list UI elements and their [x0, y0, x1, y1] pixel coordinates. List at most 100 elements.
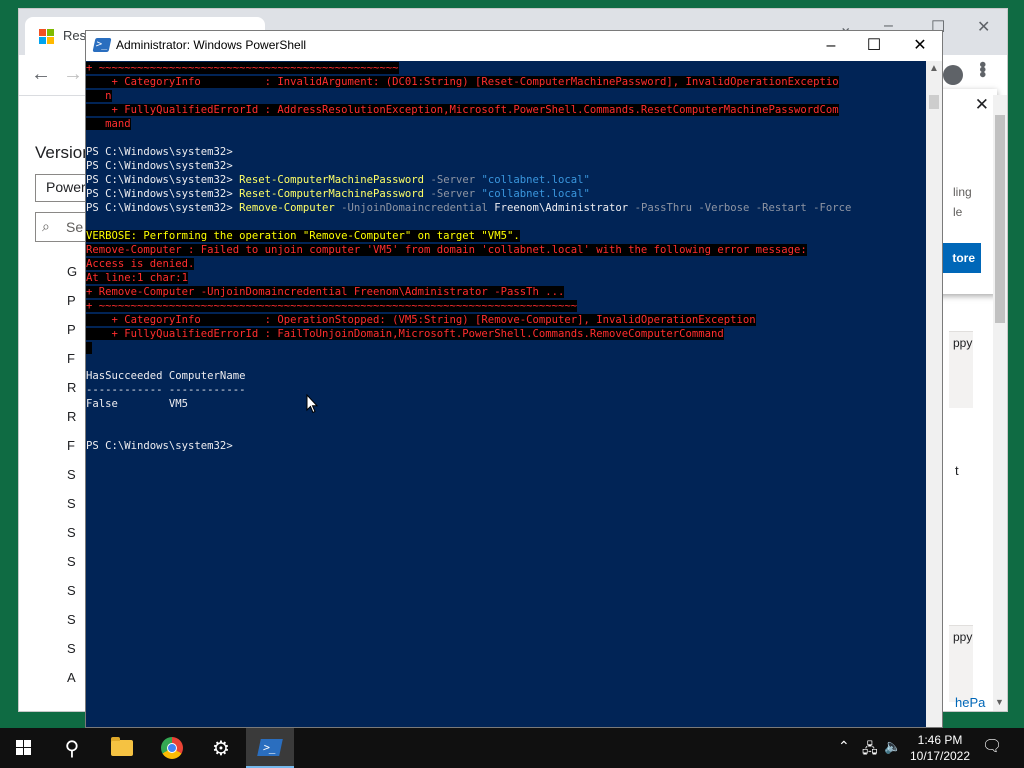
prompt: PS C:\Windows\system32> — [86, 202, 233, 214]
copy-button[interactable]: ppy — [953, 630, 972, 644]
side-nav-item[interactable]: A — [67, 670, 77, 699]
copy-button[interactable]: ppy — [953, 336, 972, 350]
error-line: + FullyQualifiedErrorId : FailToUnjoinDo… — [86, 328, 724, 340]
error-line: Remove-Computer : Failed to unjoin compu… — [86, 244, 807, 256]
taskbar-settings[interactable]: ⚙ — [197, 728, 245, 768]
chrome-icon — [161, 737, 183, 759]
powershell-titlebar[interactable]: >_ Administrator: Windows PowerShell – ☐… — [86, 31, 942, 61]
browser-close-icon[interactable]: ✕ — [977, 17, 990, 37]
string-argument: "collabnet.local" — [481, 188, 590, 200]
error-line: At line:1 char:1 — [86, 272, 189, 284]
folder-icon — [111, 737, 133, 756]
taskbar-file-explorer[interactable] — [98, 728, 146, 768]
side-nav-item[interactable]: G — [67, 264, 77, 293]
scroll-up-icon[interactable]: ▲ — [929, 63, 939, 74]
popup-close-icon[interactable]: ✕ — [975, 95, 989, 115]
side-nav-item[interactable]: S — [67, 467, 77, 496]
error-line: + CategoryInfo : InvalidArgument: (DC01:… — [86, 76, 839, 88]
side-nav-item[interactable]: S — [67, 496, 77, 525]
side-nav-list: G P P F R R F S S S S S S S A — [67, 264, 77, 699]
side-nav-item[interactable]: F — [67, 351, 77, 380]
command-line: PS C:\Windows\system32> Reset-ComputerMa… — [86, 187, 590, 201]
side-nav-item[interactable]: F — [67, 438, 77, 467]
network-icon[interactable]: 🖧 — [862, 738, 878, 762]
cmdlet: Reset-ComputerMachinePassword — [239, 188, 425, 200]
error-line: Access is denied. — [86, 258, 195, 270]
microsoft-logo-icon — [39, 29, 55, 45]
code-copy-box: ppy — [949, 331, 973, 408]
prompt: PS C:\Windows\system32> — [86, 174, 233, 186]
clock-date: 10/17/2022 — [909, 749, 971, 763]
parameter: -PassThru -Verbose -Restart -Force — [634, 202, 852, 214]
taskbar-chrome[interactable] — [148, 728, 196, 768]
side-nav-item[interactable]: S — [67, 525, 77, 554]
prompt-line: PS C:\Windows\system32> — [86, 146, 233, 158]
search-icon: ⌕ — [42, 218, 50, 234]
back-arrow-icon[interactable]: ← — [31, 63, 51, 86]
search-icon: ⚲ — [64, 738, 80, 760]
clock[interactable]: 1:46 PM 10/17/2022 — [900, 732, 980, 764]
windows-logo-icon — [16, 740, 32, 756]
popup-text: ling — [953, 185, 972, 199]
volume-icon[interactable]: 🔈 — [884, 738, 901, 755]
console-scroll-thumb[interactable] — [929, 95, 939, 109]
command-line: PS C:\Windows\system32> Remove-Computer … — [86, 201, 851, 215]
cmdlet: Reset-ComputerMachinePassword — [239, 174, 425, 186]
output-row: False VM5 — [86, 398, 189, 410]
start-button[interactable] — [0, 728, 48, 768]
console-scrollbar[interactable]: ▲ — [926, 61, 942, 727]
parameter: -Server — [430, 188, 476, 200]
clock-time: 1:46 PM — [917, 733, 963, 747]
error-line: + ~~~~~~~~~~~~~~~~~~~~~~~~~~~~~~~~~~~~~~… — [86, 62, 399, 74]
side-nav-item[interactable]: S — [67, 641, 77, 670]
error-line: mand — [86, 118, 131, 130]
cmdlet: Remove-Computer — [239, 202, 335, 214]
side-nav-item[interactable]: S — [67, 612, 77, 641]
parameter: -UnjoinDomaincredential — [341, 202, 488, 214]
gear-icon: ⚙ — [212, 738, 230, 760]
error-line: + Remove-Computer -UnjoinDomaincredentia… — [86, 286, 565, 298]
side-nav-item[interactable]: R — [67, 409, 77, 438]
output-separator: ------------ ------------ — [86, 384, 246, 396]
error-line: + CategoryInfo : OperationStopped: (VM5:… — [86, 314, 756, 326]
error-line: + FullyQualifiedErrorId : AddressResolut… — [86, 104, 839, 116]
profile-avatar-icon[interactable] — [943, 65, 963, 85]
current-prompt: PS C:\Windows\system32> — [86, 440, 233, 452]
show-hidden-icons-icon[interactable]: ⌃ — [838, 738, 850, 755]
scroll-down-icon[interactable]: ▼ — [995, 697, 1004, 707]
side-nav-item[interactable]: R — [67, 380, 77, 409]
notification-center-icon[interactable]: 🗨 — [982, 736, 1002, 756]
powershell-icon: >_ — [257, 739, 283, 756]
prompt: PS C:\Windows\system32> — [86, 188, 233, 200]
argument: Freenom\Administrator — [494, 202, 629, 214]
page-link[interactable]: hePa — [955, 695, 985, 710]
output-header: HasSucceeded ComputerName — [86, 370, 246, 382]
forward-arrow-icon[interactable]: → — [63, 63, 83, 86]
mouse-pointer-icon — [306, 394, 318, 414]
verbose-line: VERBOSE: Performing the operation "Remov… — [86, 230, 520, 242]
search-button[interactable]: ⚲ — [48, 728, 96, 768]
powershell-window: >_ Administrator: Windows PowerShell – ☐… — [85, 30, 943, 728]
taskbar-powershell[interactable]: >_ — [246, 728, 294, 768]
page-version-heading: Version — [35, 143, 92, 162]
browser-menu-icon[interactable]: ••• — [970, 61, 993, 76]
side-nav-item[interactable]: P — [67, 322, 77, 351]
maximize-icon[interactable]: ☐ — [851, 33, 897, 59]
page-text: t — [955, 463, 959, 478]
parameter: -Server — [430, 174, 476, 186]
browser-scrollbar[interactable]: ▼ — [993, 95, 1007, 711]
error-line: n — [86, 90, 112, 102]
taskbar: ⚲ ⚙ >_ ⌃ 🖧 🔈 1:46 PM 10/17/2022 🗨 — [0, 728, 1024, 768]
search-placeholder: Se — [66, 219, 84, 235]
error-line-blank — [86, 342, 93, 354]
close-icon[interactable]: ✕ — [897, 33, 942, 59]
minimize-icon[interactable]: – — [808, 33, 854, 59]
window-title: Administrator: Windows PowerShell — [116, 38, 307, 52]
code-copy-box: ppy — [949, 625, 973, 702]
browser-scroll-thumb[interactable] — [995, 115, 1005, 323]
side-nav-item[interactable]: S — [67, 554, 77, 583]
console-output[interactable]: + ~~~~~~~~~~~~~~~~~~~~~~~~~~~~~~~~~~~~~~… — [86, 61, 926, 727]
side-nav-item[interactable]: P — [67, 293, 77, 322]
error-line: + ~~~~~~~~~~~~~~~~~~~~~~~~~~~~~~~~~~~~~~… — [86, 300, 578, 312]
side-nav-item[interactable]: S — [67, 583, 77, 612]
